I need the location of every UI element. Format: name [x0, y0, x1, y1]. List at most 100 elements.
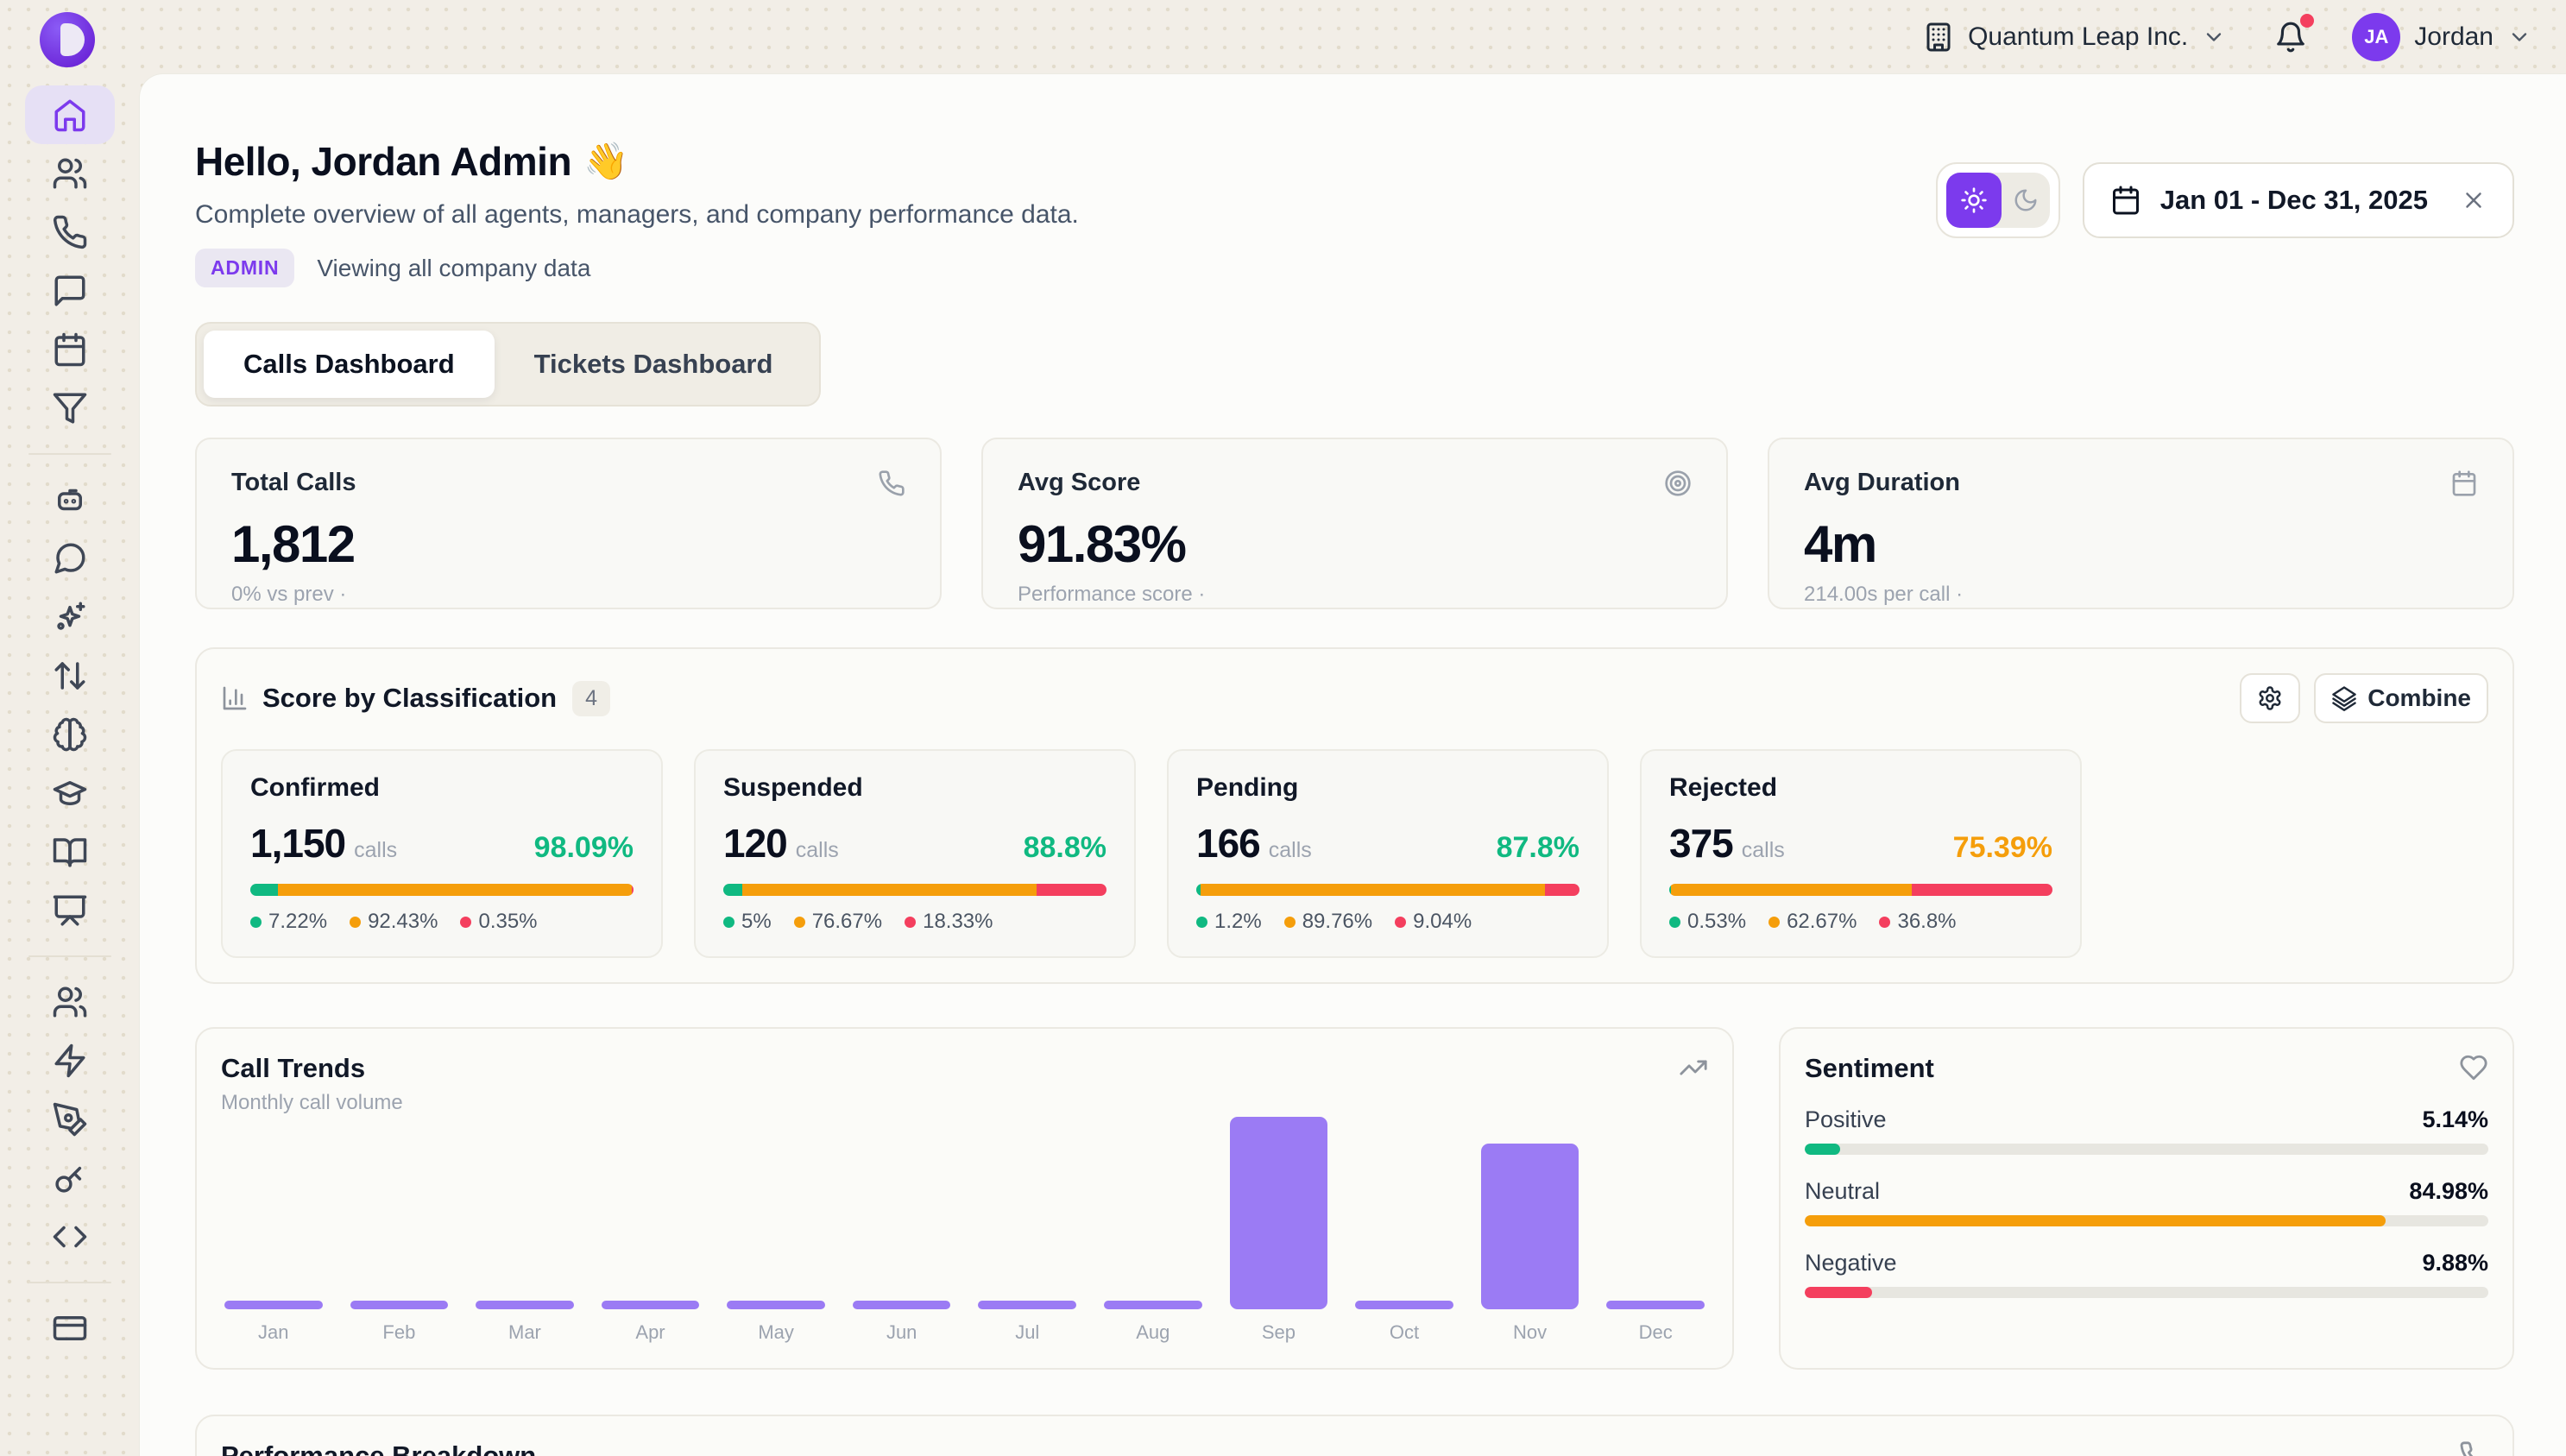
sidebar-item-design[interactable]: [25, 1090, 115, 1149]
tab-calls-dashboard[interactable]: Calls Dashboard: [204, 331, 495, 398]
card-subtitle: Monthly call volume: [221, 1091, 403, 1115]
classification-bar: [250, 884, 634, 896]
stat-card-total-calls: Total Calls 1,812 0% vs prev ·: [195, 438, 942, 609]
performance-breakdown-panel: Performance Breakdown Total Calls Active…: [195, 1415, 2514, 1456]
sidebar-item-presentations[interactable]: [25, 881, 115, 940]
legend-item-red: 18.33%: [905, 910, 993, 934]
call-trends-month-label: Aug: [1104, 1321, 1202, 1344]
call-trends-bar-column: [476, 1301, 574, 1309]
combine-button[interactable]: Combine: [2314, 673, 2488, 723]
sidebar-item-ai[interactable]: [25, 588, 115, 646]
sentiment-value: 5.14%: [2422, 1106, 2488, 1133]
tab-tickets-dashboard[interactable]: Tickets Dashboard: [495, 331, 813, 398]
app-logo[interactable]: [40, 12, 95, 67]
sidebar-item-bot[interactable]: [25, 470, 115, 529]
classification-unit: calls: [796, 838, 839, 863]
message-circle-icon: [52, 540, 88, 577]
call-trends-card: Call Trends Monthly call volume JanFebMa…: [195, 1027, 1734, 1370]
orange-dot-icon: [350, 917, 361, 928]
dark-mode-button[interactable]: [2002, 173, 2050, 228]
sidebar-item-users[interactable]: [25, 144, 115, 203]
bar-segment-red: [1037, 884, 1106, 896]
red-dot-icon: [460, 917, 471, 928]
gear-icon: [2257, 685, 2283, 711]
sidebar-item-library[interactable]: [25, 823, 115, 881]
progress-fill: [1805, 1144, 1840, 1155]
sidebar-item-training[interactable]: [25, 764, 115, 823]
call-trends-bar-column: [224, 1301, 323, 1309]
sidebar-item-intelligence[interactable]: [25, 705, 115, 764]
clear-date-button[interactable]: [2461, 187, 2487, 213]
sidebar-item-developer[interactable]: [25, 1207, 115, 1266]
sidebar-item-transfers[interactable]: [25, 646, 115, 705]
sentiment-row-positive: Positive 5.14%: [1805, 1106, 2488, 1155]
classification-score: 75.39%: [1953, 831, 2052, 865]
sidebar-item-calendar[interactable]: [25, 320, 115, 379]
sidebar-item-automations[interactable]: [25, 1031, 115, 1090]
page-subtitle: Complete overview of all agents, manager…: [195, 200, 1079, 230]
red-dot-icon: [1395, 917, 1406, 928]
chevron-down-icon: [2202, 25, 2226, 49]
sidebar-item-filters[interactable]: [25, 379, 115, 438]
wave-emoji: 👋: [583, 141, 628, 183]
legend-item-green: 0.53%: [1669, 910, 1746, 934]
sidebar: [0, 73, 139, 1456]
sidebar-item-billing[interactable]: [25, 1299, 115, 1358]
combine-label: Combine: [2367, 684, 2471, 712]
sentiment-card: Sentiment Positive 5.14% Neutral 84.98%: [1779, 1027, 2514, 1370]
classification-label: Confirmed: [250, 773, 634, 803]
date-range-picker[interactable]: Jan 01 - Dec 31, 2025: [2083, 162, 2514, 238]
legend-item-red: 0.35%: [460, 910, 537, 934]
stat-subtext: 0% vs prev ·: [231, 583, 905, 607]
call-trends-bar: [1606, 1301, 1705, 1309]
settings-button[interactable]: [2240, 673, 2300, 723]
red-dot-icon: [905, 917, 916, 928]
arrow-up-down-icon: [52, 658, 88, 694]
green-dot-icon: [1669, 917, 1680, 928]
legend-item-green: 5%: [723, 910, 772, 934]
main-panel: Hello, Jordan Admin 👋 Complete overview …: [139, 73, 2566, 1456]
sidebar-item-calls[interactable]: [25, 203, 115, 262]
graduation-cap-icon: [52, 775, 88, 811]
classification-label: Suspended: [723, 773, 1106, 803]
legend-item-red: 9.04%: [1395, 910, 1472, 934]
progress-track: [1805, 1287, 2488, 1298]
notifications-button[interactable]: [2274, 21, 2307, 54]
presentation-icon: [52, 892, 88, 929]
classification-score: 87.8%: [1497, 831, 1579, 865]
phone-icon: [52, 214, 88, 250]
light-mode-button[interactable]: [1946, 173, 2002, 228]
pen-tool-icon: [52, 1101, 88, 1138]
theme-toggle[interactable]: [1936, 162, 2060, 238]
call-trends-month-label: Jun: [853, 1321, 951, 1344]
call-trends-bar: [602, 1301, 700, 1309]
call-trends-labels: JanFebMarAprMayJunJulAugSepOctNovDec: [221, 1321, 1708, 1344]
zap-icon: [52, 1043, 88, 1079]
classification-label: Pending: [1196, 773, 1579, 803]
sidebar-item-access[interactable]: [25, 1149, 115, 1207]
org-switcher[interactable]: Quantum Leap Inc.: [1923, 22, 2226, 53]
bar-segment-green: [250, 884, 278, 896]
classification-bar: [1669, 884, 2052, 896]
stat-value: 91.83%: [1018, 514, 1692, 574]
legend-item-orange: 76.67%: [794, 910, 882, 934]
call-trends-month-label: Dec: [1606, 1321, 1705, 1344]
layers-icon: [2331, 685, 2357, 711]
user-name: Jordan: [2414, 22, 2493, 52]
sentiment-row-neutral: Neutral 84.98%: [1805, 1178, 2488, 1226]
user-menu[interactable]: JA Jordan: [2352, 13, 2531, 61]
classification-score: 98.09%: [534, 831, 634, 865]
classification-card-confirmed: Confirmed 1,150 calls 98.09% 7.22% 92.43…: [221, 749, 663, 958]
progress-fill: [1805, 1287, 1872, 1298]
sidebar-item-home[interactable]: [25, 85, 115, 144]
sidebar-item-messages[interactable]: [25, 262, 115, 320]
filter-icon: [52, 390, 88, 426]
bar-segment-orange: [1201, 884, 1545, 896]
moon-icon: [2013, 187, 2039, 213]
trending-up-icon: [1679, 1053, 1708, 1082]
call-trends-bar-column: [602, 1301, 700, 1309]
logo-mark: [60, 23, 85, 56]
sidebar-item-chat[interactable]: [25, 529, 115, 588]
sidebar-item-team[interactable]: [25, 973, 115, 1031]
call-trends-bar-column: [350, 1301, 449, 1309]
